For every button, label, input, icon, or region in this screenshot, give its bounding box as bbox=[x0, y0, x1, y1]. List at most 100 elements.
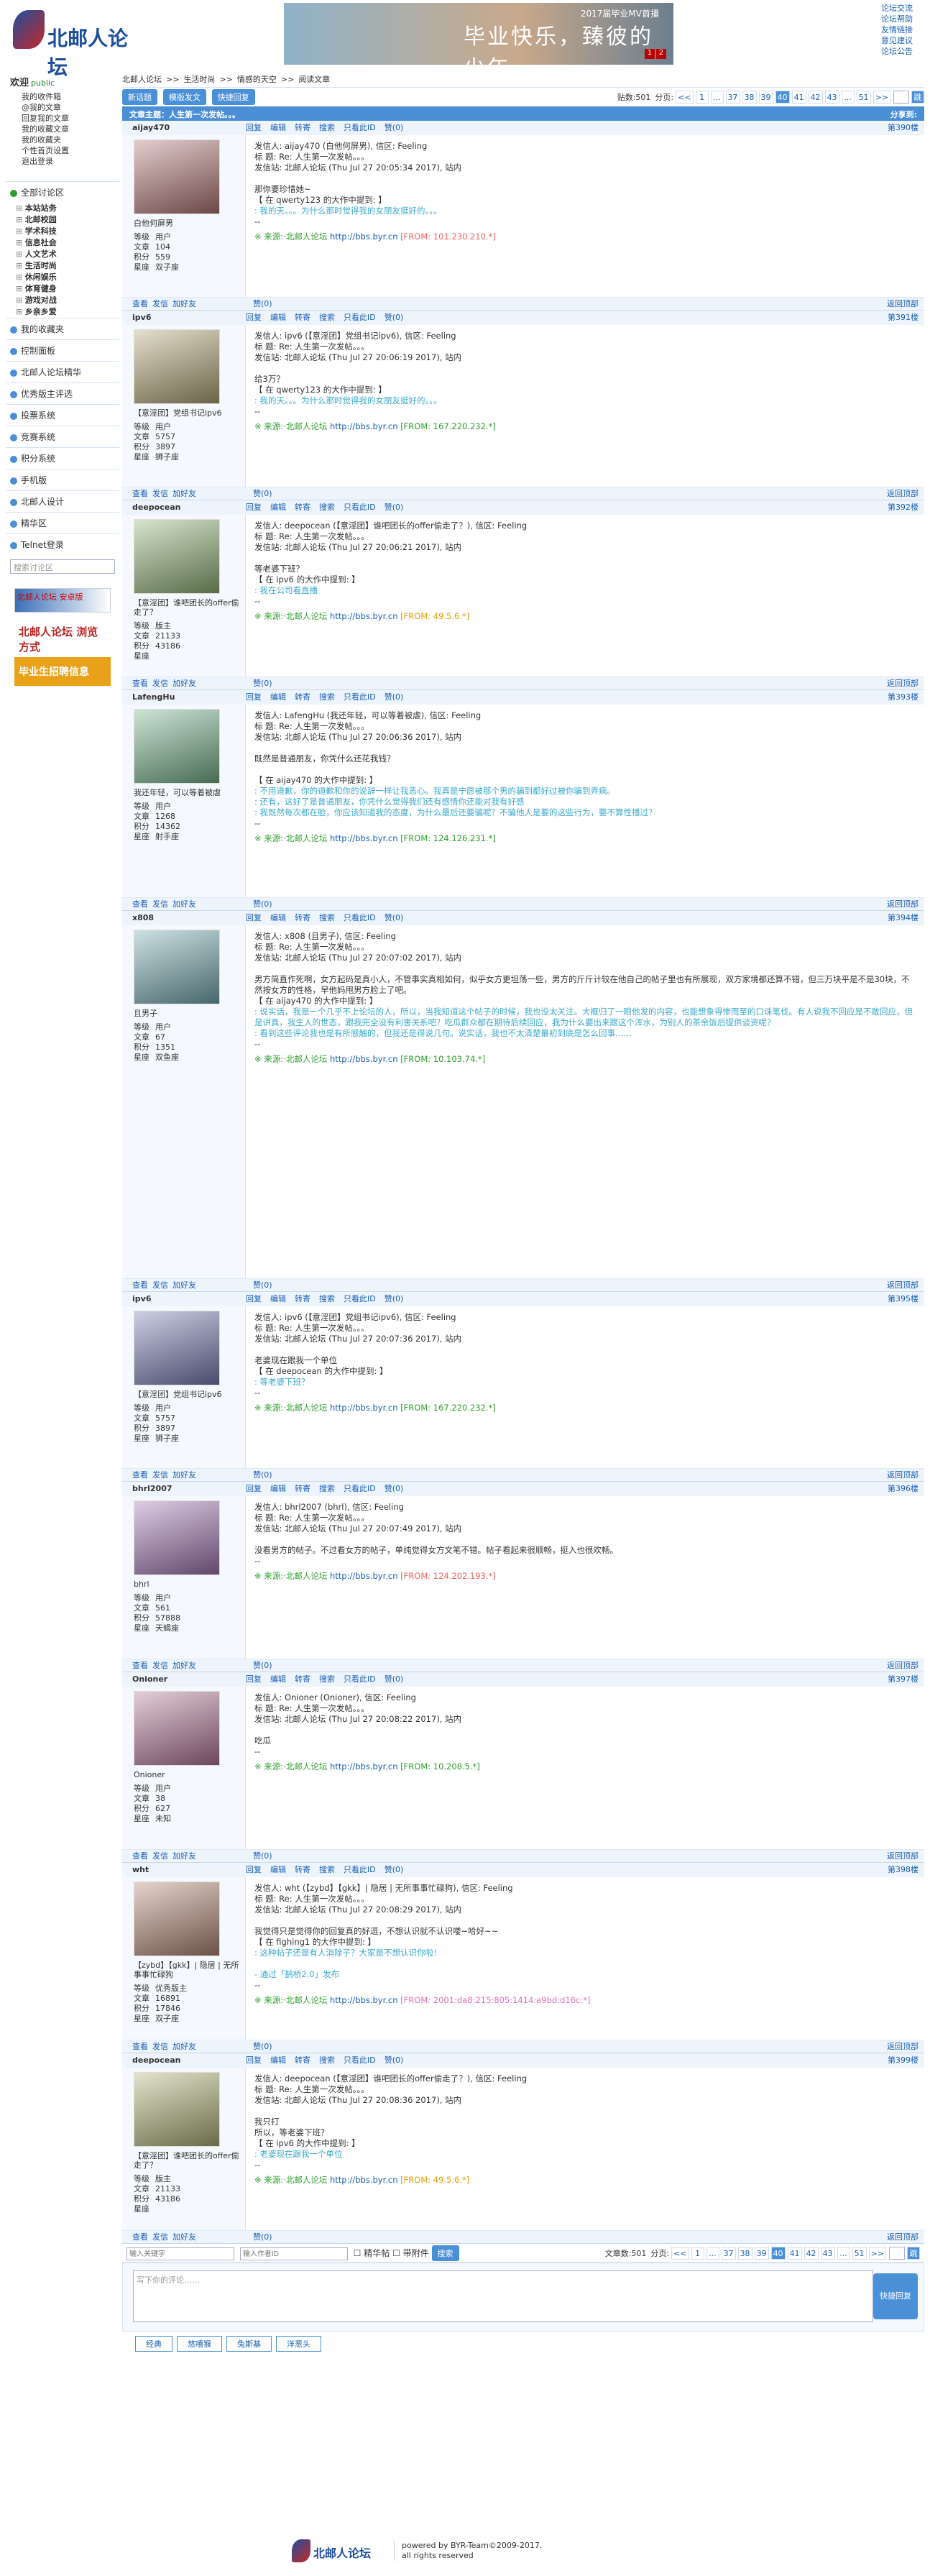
post-action-5[interactable]: 赞(0) bbox=[385, 1294, 404, 1303]
new-topic-button[interactable]: 新话题 bbox=[122, 89, 157, 105]
category-item[interactable]: 学术科技 bbox=[16, 226, 119, 237]
post-action-3[interactable]: 搜索 bbox=[319, 1674, 335, 1684]
footer-action-2[interactable]: 加好友 bbox=[172, 489, 196, 498]
post-action-5[interactable]: 赞(0) bbox=[385, 913, 404, 922]
footer-action-0[interactable]: 查看 bbox=[132, 679, 148, 688]
post-action-3[interactable]: 搜索 bbox=[319, 2055, 335, 2065]
back-to-top-link[interactable]: 返回顶部 bbox=[874, 2040, 924, 2053]
post-username[interactable]: bhrl2007 bbox=[122, 1482, 246, 1496]
footer-action-2[interactable]: 加好友 bbox=[172, 299, 196, 308]
category-item[interactable]: 本站站务 bbox=[16, 203, 119, 214]
post-action-2[interactable]: 转寄 bbox=[295, 2055, 310, 2065]
page-jump-input[interactable] bbox=[889, 2246, 905, 2260]
sidebar-section[interactable]: 北邮人设计 bbox=[6, 490, 119, 512]
category-item[interactable]: 生活时尚 bbox=[16, 260, 119, 272]
footer-action-1[interactable]: 发信 bbox=[152, 679, 168, 688]
footer-action-0[interactable]: 查看 bbox=[132, 299, 148, 308]
like-button[interactable]: 赞(0) bbox=[246, 2040, 874, 2053]
post-action-4[interactable]: 只看此ID bbox=[344, 123, 376, 132]
post-action-5[interactable]: 赞(0) bbox=[385, 503, 404, 512]
digest-checkbox[interactable]: ☐ 精华帖 bbox=[354, 2248, 390, 2258]
page-link[interactable]: 37 bbox=[721, 2246, 736, 2260]
post-action-4[interactable]: 只看此ID bbox=[344, 1865, 376, 1874]
like-button[interactable]: 赞(0) bbox=[246, 898, 874, 910]
page-link[interactable]: << bbox=[671, 2246, 689, 2260]
sidebar-section[interactable]: 手机版 bbox=[6, 469, 119, 490]
post-action-3[interactable]: 搜索 bbox=[319, 313, 335, 322]
post-username[interactable]: deepocean bbox=[122, 500, 246, 515]
user-menu-item[interactable]: 个性首页设置 bbox=[22, 145, 119, 156]
page-link[interactable]: 40 bbox=[775, 91, 790, 104]
avatar[interactable] bbox=[134, 930, 220, 1004]
footer-action-0[interactable]: 查看 bbox=[132, 1851, 148, 1861]
post-action-3[interactable]: 搜索 bbox=[319, 1865, 335, 1874]
sidebar-section[interactable]: 北邮人论坛精华 bbox=[6, 361, 119, 382]
avatar[interactable] bbox=[134, 2072, 220, 2147]
breadcrumb-item[interactable]: 阅读文章 bbox=[298, 75, 330, 84]
post-action-3[interactable]: 搜索 bbox=[319, 913, 335, 922]
post-username[interactable]: wht bbox=[122, 1863, 246, 1877]
emoji-tab[interactable]: 洋葱头 bbox=[276, 2336, 321, 2352]
page-link[interactable]: >> bbox=[873, 91, 890, 104]
post-action-3[interactable]: 搜索 bbox=[319, 1294, 335, 1303]
post-action-5[interactable]: 赞(0) bbox=[385, 2055, 404, 2065]
avatar[interactable] bbox=[134, 1311, 220, 1385]
post-action-4[interactable]: 只看此ID bbox=[344, 913, 376, 922]
sidebar-section[interactable]: Telnet登录 bbox=[6, 533, 119, 555]
source-url[interactable]: http://bbs.byr.cn bbox=[330, 1995, 398, 2005]
footer-action-2[interactable]: 加好友 bbox=[172, 2232, 196, 2242]
post-action-1[interactable]: 编辑 bbox=[270, 692, 286, 702]
sidebar-section[interactable]: 优秀版主评选 bbox=[6, 382, 119, 404]
post-action-5[interactable]: 赞(0) bbox=[385, 123, 404, 132]
emoji-tab[interactable]: 悠嘻猴 bbox=[177, 2336, 222, 2352]
top-link[interactable]: 论坛交流 bbox=[881, 3, 924, 14]
post-action-1[interactable]: 编辑 bbox=[270, 1674, 286, 1684]
page-link[interactable]: << bbox=[676, 91, 694, 104]
post-username[interactable]: ipv6 bbox=[122, 311, 246, 325]
post-action-2[interactable]: 转寄 bbox=[295, 913, 310, 922]
author-id-input[interactable] bbox=[239, 2247, 348, 2260]
page-link[interactable]: 37 bbox=[725, 91, 740, 104]
post-username[interactable]: x808 bbox=[122, 911, 246, 925]
page-link[interactable]: 38 bbox=[742, 91, 757, 104]
footer-action-1[interactable]: 发信 bbox=[152, 1280, 168, 1290]
post-action-5[interactable]: 赞(0) bbox=[385, 692, 404, 702]
like-button[interactable]: 赞(0) bbox=[246, 298, 874, 310]
post-action-2[interactable]: 转寄 bbox=[295, 1865, 310, 1874]
avatar[interactable] bbox=[134, 1500, 220, 1575]
post-action-0[interactable]: 回复 bbox=[246, 123, 262, 132]
sidebar-section-fav[interactable]: 我的收藏夹 bbox=[6, 318, 119, 339]
like-button[interactable]: 赞(0) bbox=[246, 1279, 874, 1291]
post-action-1[interactable]: 编辑 bbox=[270, 1294, 286, 1303]
source-url[interactable]: http://bbs.byr.cn bbox=[330, 1761, 398, 1771]
post-action-4[interactable]: 只看此ID bbox=[344, 1674, 376, 1684]
breadcrumb-item[interactable]: 生活时尚 bbox=[183, 75, 215, 84]
user-menu-item[interactable]: 我的收藏夹 bbox=[22, 134, 119, 145]
footer-action-0[interactable]: 查看 bbox=[132, 899, 148, 909]
source-url[interactable]: http://bbs.byr.cn bbox=[330, 1403, 398, 1413]
post-action-0[interactable]: 回复 bbox=[246, 1674, 262, 1684]
sidebar-section[interactable]: 竞赛系统 bbox=[6, 426, 119, 447]
source-url[interactable]: http://bbs.byr.cn bbox=[330, 1054, 398, 1064]
footer-action-1[interactable]: 发信 bbox=[152, 489, 168, 498]
post-action-1[interactable]: 编辑 bbox=[270, 313, 286, 322]
sidebar-search-input[interactable]: 搜索讨论区 bbox=[10, 559, 115, 574]
like-button[interactable]: 赞(0) bbox=[246, 2231, 874, 2243]
avatar[interactable] bbox=[134, 1691, 220, 1766]
page-go-button[interactable]: 跳 bbox=[911, 91, 924, 104]
submit-reply-button[interactable]: 快捷回复 bbox=[873, 2273, 918, 2319]
page-link[interactable]: 51 bbox=[856, 91, 871, 104]
avatar[interactable] bbox=[134, 329, 220, 404]
post-action-4[interactable]: 只看此ID bbox=[344, 1484, 376, 1493]
template-post-button[interactable]: 模版发文 bbox=[162, 89, 206, 105]
post-action-4[interactable]: 只看此ID bbox=[344, 692, 376, 702]
footer-action-0[interactable]: 查看 bbox=[132, 1470, 148, 1480]
post-action-0[interactable]: 回复 bbox=[246, 1484, 262, 1493]
like-button[interactable]: 赞(0) bbox=[246, 1469, 874, 1481]
back-to-top-link[interactable]: 返回顶部 bbox=[874, 677, 924, 689]
category-item[interactable]: 信息社会 bbox=[16, 237, 119, 249]
avatar[interactable] bbox=[134, 709, 220, 784]
post-action-1[interactable]: 编辑 bbox=[270, 913, 286, 922]
post-action-0[interactable]: 回复 bbox=[246, 913, 262, 922]
footer-action-2[interactable]: 加好友 bbox=[172, 1661, 196, 1670]
